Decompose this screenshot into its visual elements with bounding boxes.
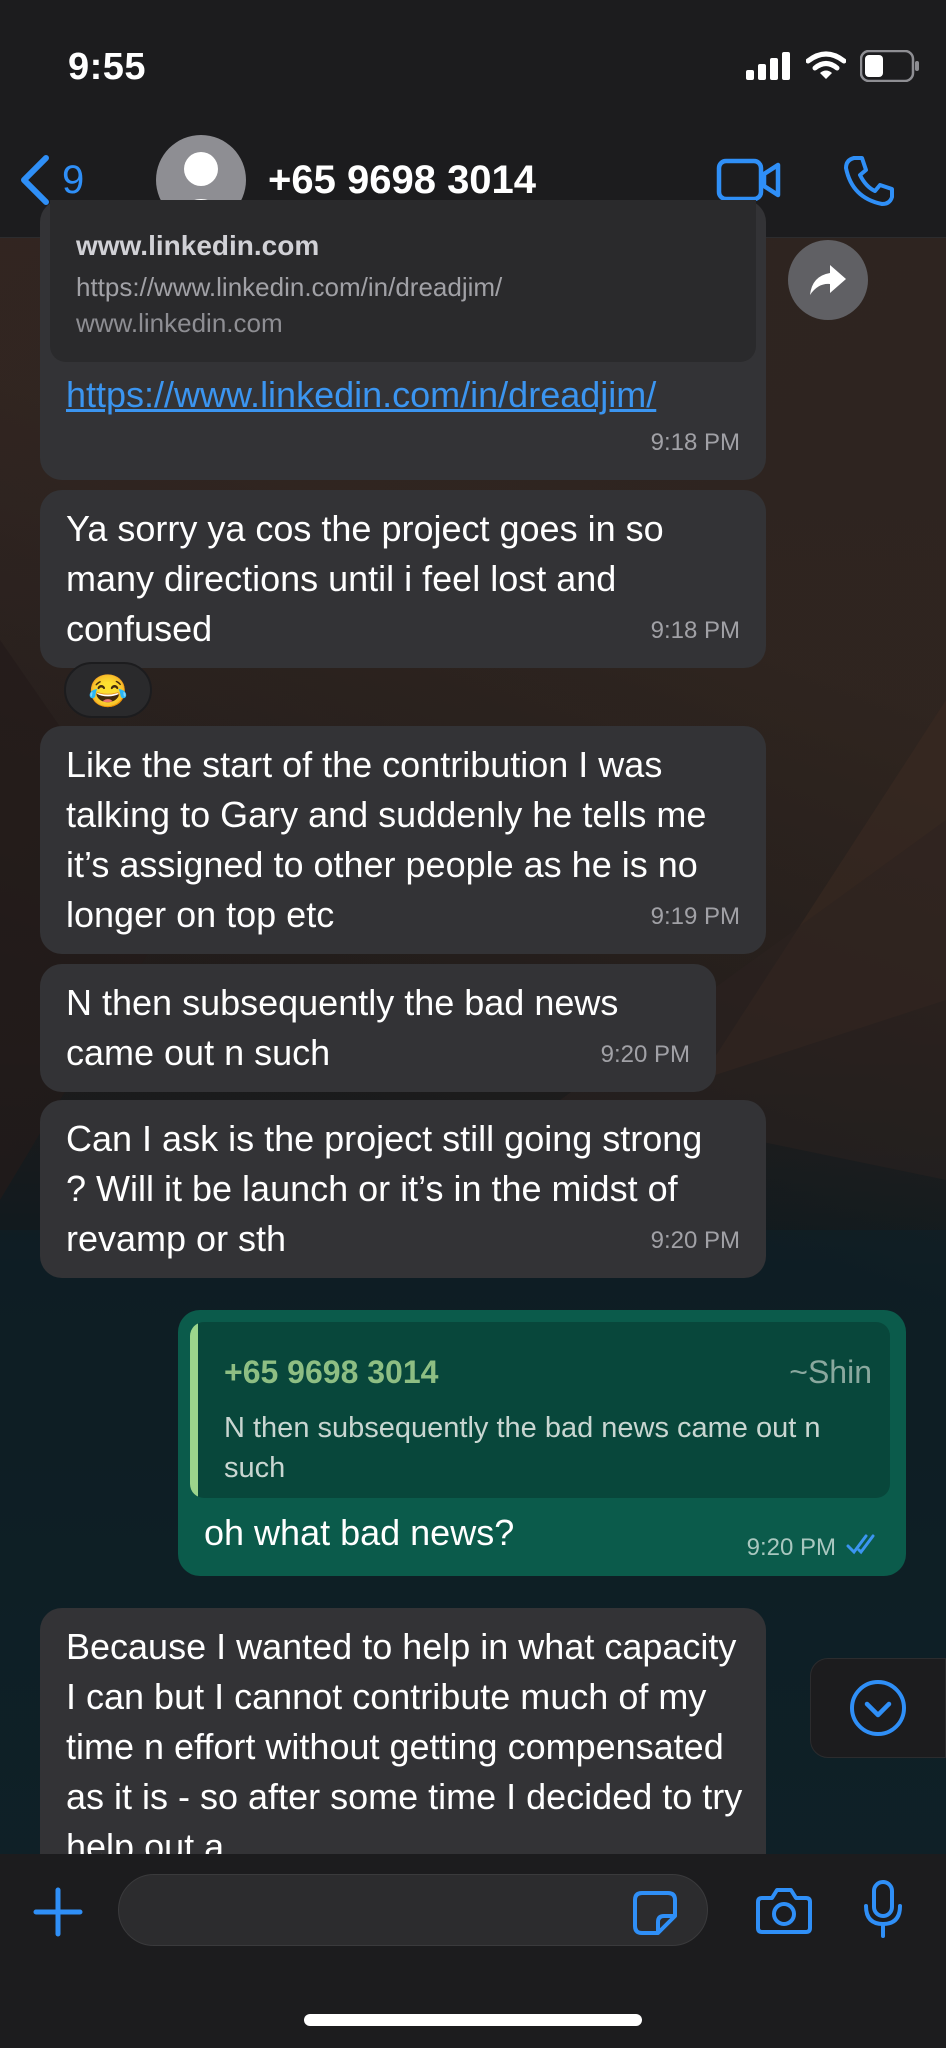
- incoming-message[interactable]: Can I ask is the project still going str…: [40, 1100, 766, 1278]
- link-preview-title: www.linkedin.com: [76, 230, 320, 261]
- message-input[interactable]: [118, 1874, 708, 1946]
- message-text: Can I ask is the project still going str…: [66, 1118, 703, 1259]
- back-button[interactable]: 9: [18, 154, 84, 206]
- unread-count: 9: [62, 157, 85, 202]
- contact-name[interactable]: +65 9698 3014: [268, 158, 536, 203]
- message-text: N then subsequently the bad news came ou…: [66, 982, 619, 1073]
- outgoing-message[interactable]: +65 9698 3014 ~Shin N then subsequently …: [178, 1310, 906, 1576]
- quote-accent-bar: [190, 1322, 198, 1498]
- scroll-down-icon: [850, 1680, 906, 1736]
- camera-icon[interactable]: [756, 1886, 812, 1934]
- quote-text: N then subsequently the bad news came ou…: [224, 1412, 821, 1484]
- phone-icon: [844, 156, 894, 206]
- signal-icon: [746, 52, 790, 80]
- incoming-message[interactable]: N then subsequently the bad news came ou…: [40, 964, 716, 1092]
- link-preview-domain: www.linkedin.com: [76, 308, 283, 338]
- incoming-message[interactable]: Ya sorry ya cos the project goes in so m…: [40, 490, 766, 668]
- incoming-message[interactable]: Like the start of the contribution I was…: [40, 726, 766, 954]
- scroll-to-bottom-button[interactable]: [810, 1658, 946, 1758]
- message-text: Like the start of the contribution I was…: [66, 744, 707, 935]
- read-receipt-icon: [846, 1534, 875, 1555]
- voice-call-button[interactable]: [842, 154, 896, 213]
- status-bar: 9:55: [0, 0, 946, 120]
- status-time: 9:55: [68, 46, 147, 88]
- message-time: 9:20 PM: [746, 1534, 836, 1561]
- quote-sender: +65 9698 3014: [224, 1354, 439, 1390]
- reaction-badge[interactable]: 😂: [64, 662, 152, 718]
- message-time: 9:19 PM: [650, 903, 740, 930]
- message-time: 9:20 PM: [600, 1041, 690, 1068]
- message-time: 9:20 PM: [650, 1227, 740, 1254]
- message-text: Because I wanted to help in what capacit…: [66, 1626, 743, 1867]
- sticker-icon[interactable]: [632, 1890, 678, 1936]
- quoted-message[interactable]: +65 9698 3014 ~Shin N then subsequently …: [190, 1322, 890, 1498]
- message-time: 9:18 PM: [650, 617, 740, 644]
- microphone-icon[interactable]: [862, 1880, 904, 1940]
- message-link[interactable]: https://www.linkedin.com/in/dreadjim/: [66, 374, 656, 416]
- link-preview[interactable]: www.linkedin.com https://www.linkedin.co…: [50, 200, 756, 362]
- quote-alias: ~Shin: [789, 1354, 872, 1390]
- battery-icon: [860, 50, 919, 82]
- message-text: Ya sorry ya cos the project goes in so m…: [66, 508, 664, 649]
- plus-icon[interactable]: [30, 1884, 86, 1940]
- home-indicator[interactable]: [304, 2014, 642, 2026]
- message-text: oh what bad news?: [204, 1512, 515, 1553]
- back-chevron-icon: [21, 155, 49, 205]
- forward-button[interactable]: [788, 240, 868, 320]
- status-icons: [746, 50, 920, 82]
- forward-icon: [810, 265, 846, 295]
- wifi-icon: [806, 51, 846, 79]
- link-preview-url: https://www.linkedin.com/in/dreadjim/: [76, 272, 503, 302]
- video-call-icon: [716, 158, 781, 202]
- message-time: 9:18 PM: [650, 429, 740, 456]
